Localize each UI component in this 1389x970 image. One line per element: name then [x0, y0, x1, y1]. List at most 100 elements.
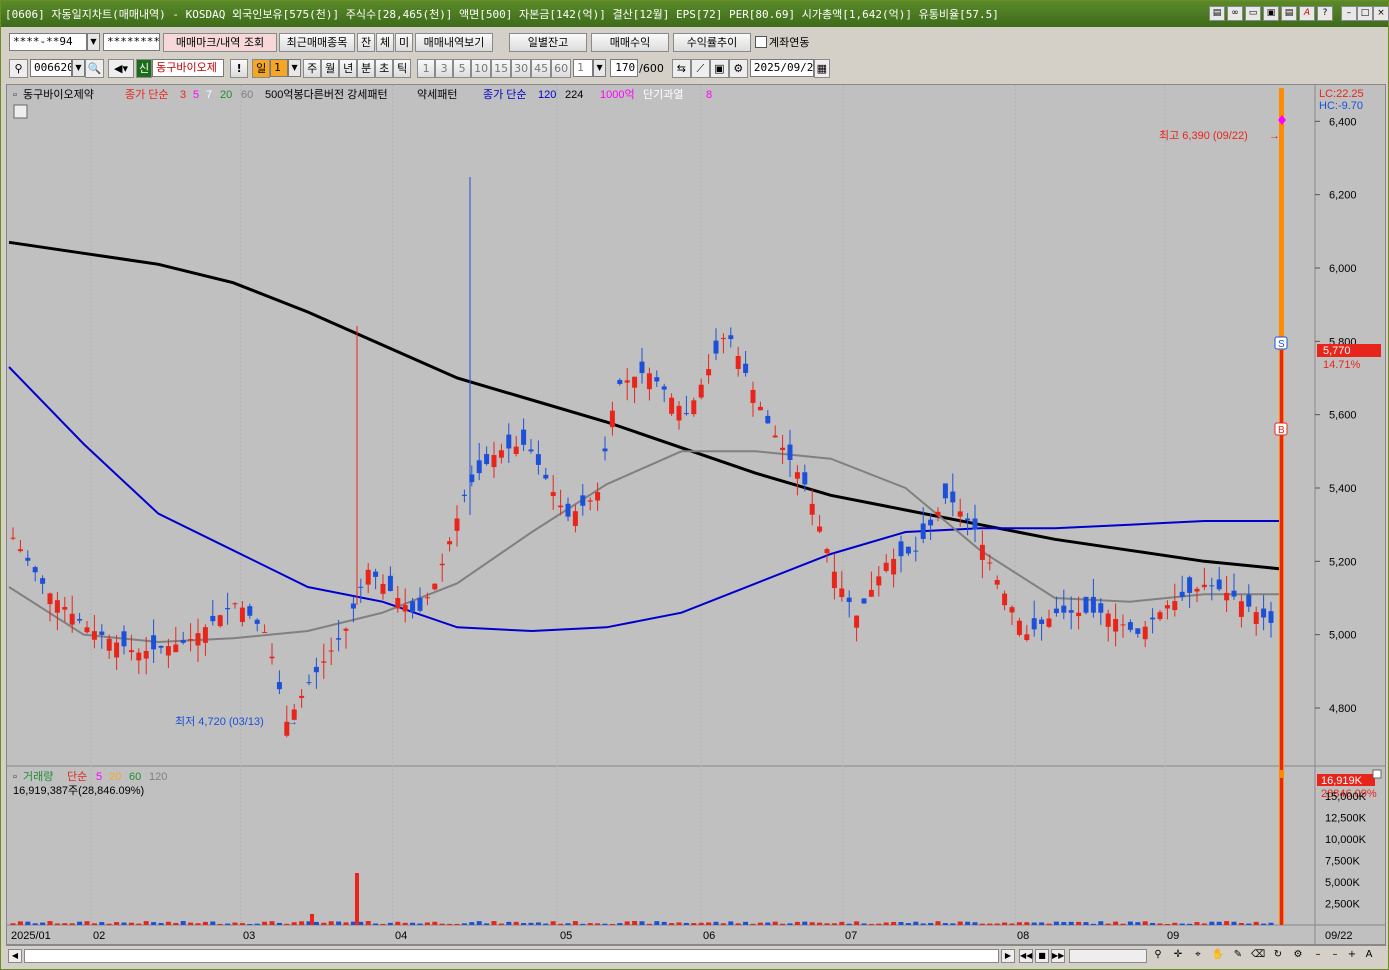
line-tool-icon[interactable]: ⟋: [690, 58, 710, 78]
fast-forward-icon[interactable]: ▶▶: [1051, 949, 1065, 963]
chevron-down-icon[interactable]: ▼: [593, 59, 607, 77]
rewind-icon[interactable]: ◀◀: [1019, 949, 1033, 963]
interval-45-button[interactable]: 45: [531, 58, 552, 78]
recent-items-button[interactable]: 최근매매종목: [279, 32, 355, 52]
balance-button[interactable]: 잔: [357, 32, 375, 52]
trade-profit-button[interactable]: 매매수익: [591, 32, 669, 52]
close-icon[interactable]: [1372, 769, 1382, 779]
gear-icon[interactable]: ⚙: [728, 58, 748, 78]
filled-button[interactable]: 체: [376, 32, 394, 52]
candle-body: [824, 549, 830, 554]
maximize-button[interactable]: □: [1357, 6, 1373, 21]
unfilled-button[interactable]: 미: [395, 32, 413, 52]
volume-tick-label: 5,000K: [1325, 877, 1361, 889]
stock-code-input[interactable]: 006620: [30, 59, 72, 77]
profit-trend-button[interactable]: 수익률추이: [673, 32, 751, 52]
save-icon[interactable]: ▤: [1281, 6, 1297, 21]
settings-icon[interactable]: ⚙: [1291, 949, 1305, 963]
daily-balance-button[interactable]: 일별잔고: [509, 32, 587, 52]
period-yearly-button[interactable]: 년: [339, 58, 358, 78]
scroll-right-icon[interactable]: ▶: [1001, 949, 1015, 963]
pencil-icon[interactable]: ✎: [1231, 949, 1245, 963]
candle-body: [10, 537, 16, 539]
interval-5-button[interactable]: 5: [453, 58, 472, 78]
close-button[interactable]: ×: [1373, 6, 1389, 21]
password-field[interactable]: *********: [103, 33, 160, 51]
toolbar-account: ****-**94 ▼ ********* 매매마크/내역 조회 최근매매종목 …: [9, 32, 809, 52]
grid-toggle-icon[interactable]: [13, 104, 28, 119]
zoom-icon[interactable]: ⚲: [1151, 949, 1165, 963]
interval-15-button[interactable]: 15: [491, 58, 512, 78]
interval-10-button[interactable]: 10: [471, 58, 492, 78]
history-button[interactable]: 매매내역보기: [415, 32, 493, 52]
period-minute-button[interactable]: 분: [357, 58, 376, 78]
interval-custom-field[interactable]: 1: [573, 59, 594, 77]
layout-icon[interactable]: ▤: [1209, 6, 1225, 21]
period-second-button[interactable]: 초: [375, 58, 394, 78]
volume-bar: [891, 921, 897, 925]
candle-body: [328, 650, 334, 652]
volume-bar: [1009, 923, 1015, 925]
volume-tick-label: 2,500K: [1325, 899, 1361, 911]
help-icon[interactable]: ?: [1317, 6, 1333, 21]
period-tick-button[interactable]: 틱: [393, 58, 412, 78]
eraser-icon[interactable]: ⌫: [1251, 949, 1265, 963]
chevron-down-icon[interactable]: ▼: [288, 59, 302, 77]
account-select[interactable]: ****-**94: [9, 33, 87, 51]
swap-icon[interactable]: ⇆: [671, 58, 691, 78]
chart-svg[interactable]: ▫ 동구바이오제약 종가 단순 3 5 7 20 60 500억봉다른버전 강세…: [7, 85, 1385, 944]
stop-icon[interactable]: ■: [1035, 949, 1049, 963]
code-search-icon[interactable]: ⚲: [9, 58, 28, 78]
text-tool-icon[interactable]: A: [1362, 949, 1376, 963]
period-monthly-button[interactable]: 월: [321, 58, 340, 78]
interval-30-button[interactable]: 30: [511, 58, 532, 78]
volume-bar: [743, 921, 749, 925]
bar-count-input[interactable]: 170: [610, 59, 639, 77]
date-input[interactable]: 2025/09/22: [749, 59, 814, 77]
save-icon[interactable]: ▣: [709, 58, 729, 78]
chart-area[interactable]: ▫ 동구바이오제약 종가 단순 3 5 7 20 60 500억봉다른버전 강세…: [6, 84, 1386, 945]
hand-icon[interactable]: ✋: [1211, 949, 1225, 963]
title-bar[interactable]: [0606] 자동일지차트(매매내역) - KOSDAQ 외국인보유[575(천…: [1, 1, 1389, 27]
volume-bar: [787, 923, 793, 925]
cursor-icon[interactable]: ⌖: [1191, 949, 1205, 963]
chevron-down-icon[interactable]: ▼: [72, 59, 85, 77]
candle-body: [365, 569, 371, 585]
scroll-track[interactable]: [24, 949, 999, 963]
minimize-button[interactable]: –: [1341, 6, 1357, 21]
period-weekly-button[interactable]: 주: [303, 58, 322, 78]
alert-button[interactable]: !: [230, 58, 249, 78]
volume-bar: [572, 921, 578, 925]
interval-3-button[interactable]: 3: [435, 58, 454, 78]
volume-bar: [225, 923, 231, 925]
volume-bar: [898, 922, 904, 925]
speaker-icon[interactable]: ◀▾: [108, 58, 134, 78]
volume-bar: [528, 922, 534, 925]
interval-1-button[interactable]: 1: [417, 58, 436, 78]
search-icon[interactable]: 🔍: [85, 58, 104, 78]
period-daily-button[interactable]: 일: [252, 58, 271, 78]
zoom-slider[interactable]: [1069, 949, 1147, 963]
link-icon[interactable]: ∞: [1227, 6, 1243, 21]
volume-bar: [831, 923, 837, 925]
zoom-out-icon[interactable]: –: [1311, 949, 1325, 963]
crosshair-icon[interactable]: ✛: [1171, 949, 1185, 963]
account-link-checkbox[interactable]: [755, 36, 767, 48]
print-icon[interactable]: ▣: [1263, 6, 1279, 21]
candle-body: [728, 335, 734, 340]
period-num-field[interactable]: 1: [270, 59, 289, 77]
price-ticks: 6,4006,2006,0005,8005,6005,4005,2005,000…: [1315, 116, 1357, 715]
font-icon[interactable]: A: [1299, 6, 1315, 21]
calendar-icon[interactable]: ▦: [813, 58, 830, 78]
monitor-icon[interactable]: ▭: [1245, 6, 1261, 21]
horizontal-scrollbar[interactable]: ◀ ▶ ◀◀ ■ ▶▶ ⚲ ✛ ⌖ ✋ ✎ ⌫ ↻ ⚙ – – + A: [6, 945, 1386, 965]
mark-lookup-button[interactable]: 매매마크/내역 조회: [163, 32, 277, 52]
volume-bar: [358, 921, 364, 925]
refresh-icon[interactable]: ↻: [1271, 949, 1285, 963]
scroll-left-icon[interactable]: ◀: [8, 949, 22, 963]
interval-60-button[interactable]: 60: [551, 58, 572, 78]
chevron-down-icon[interactable]: ▼: [87, 33, 100, 51]
scroll-icon[interactable]: –: [1328, 949, 1342, 963]
stock-name-field[interactable]: 동구바이오제: [152, 59, 225, 77]
zoom-in-icon[interactable]: +: [1345, 949, 1359, 963]
